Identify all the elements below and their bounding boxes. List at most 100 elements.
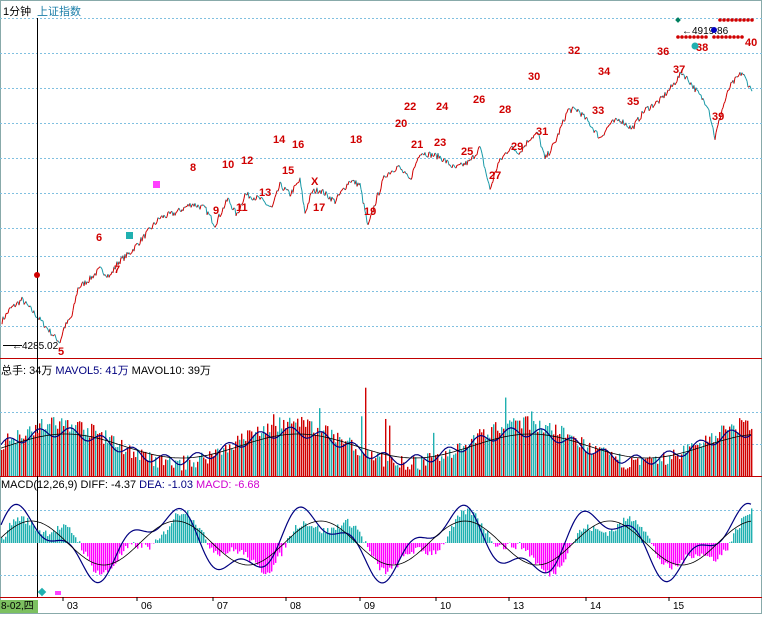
- macd-bar: [429, 543, 430, 551]
- price-segment: [560, 126, 561, 128]
- wave-label: 9: [213, 205, 219, 217]
- price-segment: [412, 170, 413, 177]
- volume-bar: [119, 444, 120, 476]
- volume-bar: [749, 430, 750, 476]
- signal-marker: [728, 35, 732, 39]
- macd-bar: [35, 531, 36, 543]
- price-segment: [504, 153, 505, 155]
- volume-bar: [415, 457, 416, 476]
- price-segment: [602, 135, 603, 136]
- price-segment: [703, 98, 704, 101]
- macd-bar: [327, 528, 328, 543]
- macd-bar: [445, 542, 446, 543]
- volume-bar: [219, 450, 220, 476]
- macd-bar: [183, 514, 184, 543]
- price-segment: [425, 152, 426, 156]
- macd-bar: [663, 543, 664, 565]
- macd-bar: [547, 543, 548, 570]
- price-segment: [288, 190, 289, 192]
- chart-svg[interactable]: 5678910111213141516X17181920212223242526…: [0, 0, 762, 614]
- price-segment: [589, 122, 590, 126]
- volume-bar: [489, 438, 490, 476]
- macd-bar: [49, 534, 50, 543]
- price-segment: [326, 191, 327, 193]
- volume-bar: [293, 421, 294, 476]
- macd-bar: [17, 517, 18, 543]
- price-segment: [688, 80, 689, 83]
- price-segment: [27, 304, 28, 305]
- price-segment: [46, 326, 47, 328]
- price-segment: [382, 179, 383, 181]
- price-segment: [278, 188, 279, 191]
- price-segment: [550, 151, 551, 154]
- macd-bar: [419, 543, 420, 547]
- price-segment: [273, 201, 274, 205]
- macd-bar: [331, 528, 332, 543]
- volume-bar: [401, 456, 402, 476]
- volume-bar: [381, 452, 382, 476]
- volume-bar: [71, 424, 72, 476]
- volume-bar: [679, 459, 680, 476]
- volume-bar: [283, 420, 284, 476]
- macd-bar: [651, 543, 652, 544]
- price-segment: [306, 209, 307, 211]
- price-segment: [61, 336, 62, 339]
- wave-label: 35: [627, 96, 639, 108]
- price-segment: [50, 329, 51, 336]
- volume-bar: [131, 458, 132, 476]
- macd-bar: [171, 523, 172, 543]
- price-segment: [109, 275, 110, 278]
- price-segment: [283, 190, 284, 191]
- price-segment: [467, 160, 468, 165]
- macd-bar: [609, 531, 610, 543]
- volume-bar: [191, 467, 192, 476]
- volume-bar: [653, 457, 654, 476]
- macd-panel-header: MACD(12,26,9) DIFF: -4.37 DEA: -1.03 MAC…: [1, 479, 260, 491]
- volume-bar: [333, 434, 334, 476]
- macd-bar: [131, 543, 132, 544]
- volume-bar: [161, 456, 162, 476]
- price-segment: [691, 82, 692, 85]
- price-segment: [293, 186, 294, 193]
- signal-marker: [684, 35, 688, 39]
- volume-bar: [83, 430, 84, 476]
- signal-marker: [732, 35, 736, 39]
- macd-bar: [461, 510, 462, 543]
- signal-marker: [718, 18, 722, 22]
- period-label[interactable]: 1分钟: [3, 3, 31, 19]
- volume-bar: [603, 447, 604, 476]
- price-segment: [11, 306, 12, 308]
- macd-bar: [677, 543, 678, 567]
- macd-bar: [379, 543, 380, 570]
- price-segment: [654, 104, 655, 105]
- price-segment: [156, 222, 157, 224]
- macd-bar: [645, 532, 646, 543]
- volume-bar: [341, 439, 342, 476]
- price-segment: [244, 193, 245, 198]
- price-segment: [627, 127, 628, 128]
- volume-bar: [287, 422, 288, 476]
- price-segment: [399, 165, 400, 167]
- price-segment: [221, 213, 222, 216]
- macd-bar: [749, 514, 750, 543]
- price-segment: [634, 122, 635, 129]
- volume-bar: [33, 435, 34, 476]
- volume-panel-header: 总手: 34万 MAVOL5: 41万 MAVOL10: 39万: [1, 362, 211, 378]
- volume-bar: [621, 467, 622, 476]
- index-name-label[interactable]: 上证指数: [37, 3, 81, 19]
- volume-bar: [213, 456, 214, 476]
- price-segment: [687, 76, 688, 80]
- price-segment: [183, 207, 184, 211]
- price-segment: [272, 205, 273, 208]
- volume-bar: [747, 421, 748, 476]
- macd-bar: [319, 532, 320, 543]
- price-segment: [200, 205, 201, 209]
- macd-bar: [247, 543, 248, 557]
- volume-bar: [599, 447, 600, 476]
- macd-bar: [269, 543, 270, 573]
- volume-bar: [259, 436, 260, 476]
- volume-bar: [631, 458, 632, 476]
- price-segment: [211, 216, 212, 223]
- volume-bar: [133, 452, 134, 476]
- price-segment: [298, 182, 299, 183]
